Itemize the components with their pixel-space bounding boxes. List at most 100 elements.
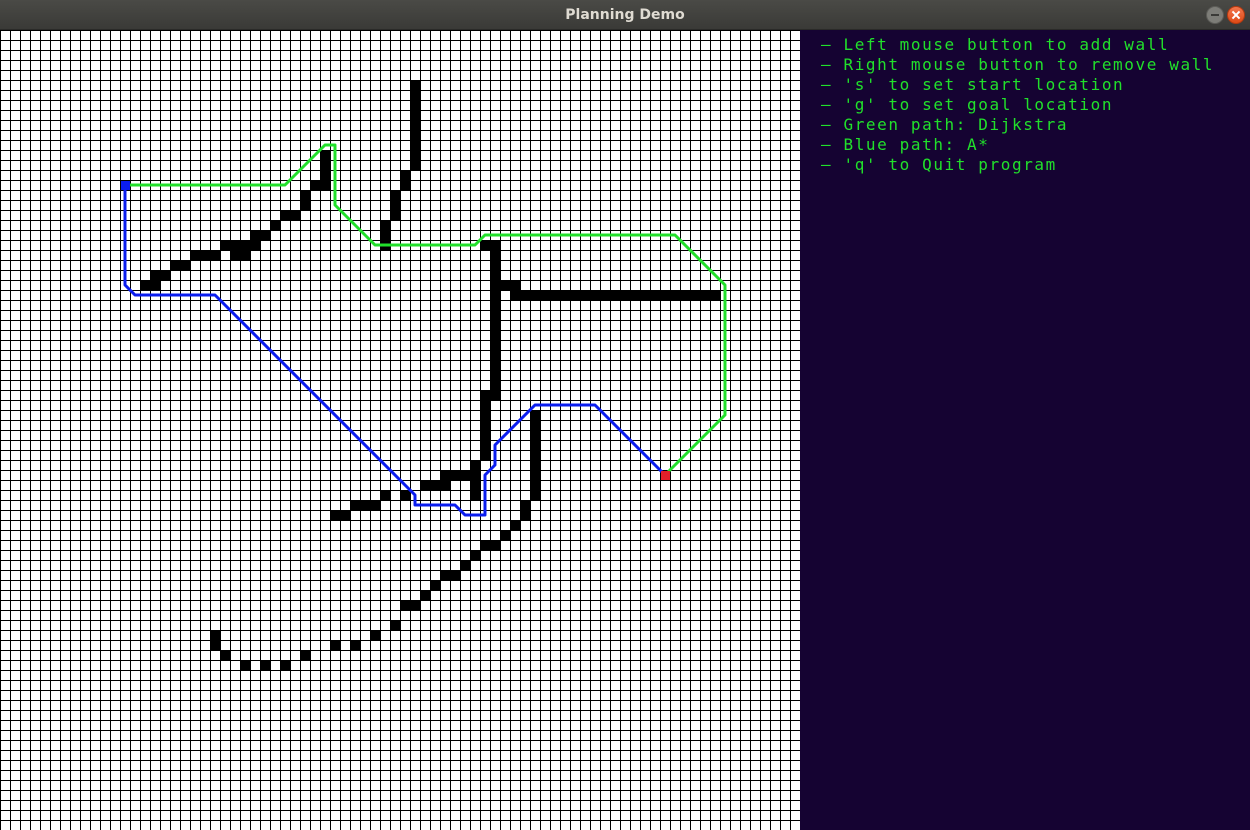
- wall-cell[interactable]: [230, 250, 240, 260]
- wall-cell[interactable]: [360, 500, 370, 510]
- wall-cell[interactable]: [400, 170, 410, 180]
- wall-cell[interactable]: [370, 630, 380, 640]
- wall-cell[interactable]: [150, 270, 160, 280]
- wall-cell[interactable]: [520, 290, 530, 300]
- wall-cell[interactable]: [230, 240, 240, 250]
- title-bar[interactable]: Planning Demo: [0, 0, 1250, 30]
- goal-marker[interactable]: [661, 471, 670, 480]
- wall-cell[interactable]: [400, 180, 410, 190]
- wall-cell[interactable]: [490, 250, 500, 260]
- wall-cell[interactable]: [490, 330, 500, 340]
- wall-cell[interactable]: [320, 150, 330, 160]
- wall-cell[interactable]: [270, 220, 280, 230]
- wall-cell[interactable]: [330, 640, 340, 650]
- wall-cell[interactable]: [300, 190, 310, 200]
- wall-cell[interactable]: [200, 250, 210, 260]
- wall-cell[interactable]: [580, 290, 590, 300]
- wall-cell[interactable]: [530, 450, 540, 460]
- wall-cell[interactable]: [530, 470, 540, 480]
- wall-cell[interactable]: [680, 290, 690, 300]
- wall-cell[interactable]: [420, 480, 430, 490]
- wall-cell[interactable]: [590, 290, 600, 300]
- wall-cell[interactable]: [390, 190, 400, 200]
- wall-cell[interactable]: [400, 490, 410, 500]
- wall-cell[interactable]: [480, 540, 490, 550]
- wall-cell[interactable]: [170, 260, 180, 270]
- wall-cell[interactable]: [490, 270, 500, 280]
- wall-cell[interactable]: [630, 290, 640, 300]
- wall-cell[interactable]: [220, 240, 230, 250]
- wall-cell[interactable]: [380, 490, 390, 500]
- wall-cell[interactable]: [510, 280, 520, 290]
- wall-cell[interactable]: [450, 570, 460, 580]
- wall-cell[interactable]: [460, 560, 470, 570]
- wall-cell[interactable]: [490, 370, 500, 380]
- wall-cell[interactable]: [530, 410, 540, 420]
- wall-cell[interactable]: [410, 90, 420, 100]
- wall-cell[interactable]: [480, 450, 490, 460]
- wall-cell[interactable]: [620, 290, 630, 300]
- wall-cell[interactable]: [510, 520, 520, 530]
- wall-cell[interactable]: [180, 260, 190, 270]
- wall-cell[interactable]: [670, 290, 680, 300]
- wall-cell[interactable]: [470, 460, 480, 470]
- wall-cell[interactable]: [320, 160, 330, 170]
- wall-cell[interactable]: [500, 530, 510, 540]
- wall-cell[interactable]: [490, 310, 500, 320]
- wall-cell[interactable]: [190, 250, 200, 260]
- wall-cell[interactable]: [300, 650, 310, 660]
- wall-cell[interactable]: [280, 660, 290, 670]
- wall-cell[interactable]: [390, 210, 400, 220]
- wall-cell[interactable]: [600, 290, 610, 300]
- wall-cell[interactable]: [240, 250, 250, 260]
- wall-cell[interactable]: [440, 570, 450, 580]
- wall-cell[interactable]: [480, 240, 490, 250]
- wall-cell[interactable]: [480, 440, 490, 450]
- wall-cell[interactable]: [400, 600, 410, 610]
- start-marker[interactable]: [121, 181, 130, 190]
- wall-cell[interactable]: [380, 220, 390, 230]
- wall-cell[interactable]: [470, 490, 480, 500]
- wall-cell[interactable]: [410, 160, 420, 170]
- wall-cell[interactable]: [640, 290, 650, 300]
- wall-cell[interactable]: [440, 470, 450, 480]
- wall-cell[interactable]: [480, 420, 490, 430]
- wall-cell[interactable]: [490, 240, 500, 250]
- wall-cell[interactable]: [530, 290, 540, 300]
- wall-cell[interactable]: [410, 80, 420, 90]
- wall-cell[interactable]: [520, 500, 530, 510]
- wall-cell[interactable]: [470, 480, 480, 490]
- wall-cell[interactable]: [660, 290, 670, 300]
- wall-cell[interactable]: [480, 400, 490, 410]
- wall-cell[interactable]: [150, 280, 160, 290]
- wall-cell[interactable]: [490, 280, 500, 290]
- wall-cell[interactable]: [410, 600, 420, 610]
- wall-cell[interactable]: [480, 410, 490, 420]
- wall-cell[interactable]: [440, 480, 450, 490]
- wall-cell[interactable]: [490, 360, 500, 370]
- wall-cell[interactable]: [160, 270, 170, 280]
- wall-cell[interactable]: [550, 290, 560, 300]
- wall-cell[interactable]: [530, 490, 540, 500]
- wall-cell[interactable]: [350, 500, 360, 510]
- wall-cell[interactable]: [420, 590, 430, 600]
- wall-cell[interactable]: [490, 320, 500, 330]
- wall-cell[interactable]: [610, 290, 620, 300]
- wall-cell[interactable]: [530, 460, 540, 470]
- wall-cell[interactable]: [450, 470, 460, 480]
- wall-cell[interactable]: [410, 100, 420, 110]
- wall-cell[interactable]: [210, 640, 220, 650]
- wall-cell[interactable]: [340, 510, 350, 520]
- planning-grid[interactable]: [0, 30, 800, 830]
- wall-cell[interactable]: [650, 290, 660, 300]
- wall-cell[interactable]: [240, 660, 250, 670]
- wall-cell[interactable]: [460, 470, 470, 480]
- wall-cell[interactable]: [410, 120, 420, 130]
- wall-cell[interactable]: [480, 390, 490, 400]
- wall-cell[interactable]: [260, 230, 270, 240]
- wall-cell[interactable]: [390, 620, 400, 630]
- wall-cell[interactable]: [250, 230, 260, 240]
- wall-cell[interactable]: [490, 350, 500, 360]
- wall-cell[interactable]: [370, 500, 380, 510]
- wall-cell[interactable]: [520, 510, 530, 520]
